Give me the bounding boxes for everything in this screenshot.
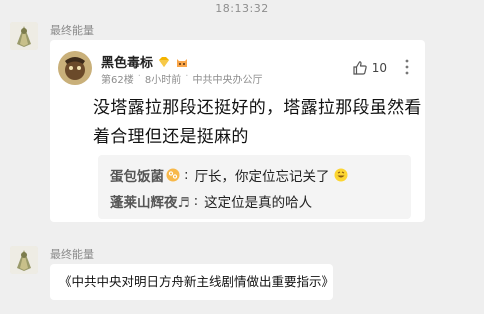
reply-text: 这定位是真的哈人: [204, 195, 313, 211]
reply-user[interactable]: 蛋包饭菌: [110, 165, 164, 185]
like-count: 10: [371, 61, 387, 75]
sender-name: 最终能量: [50, 24, 94, 37]
reply-text: 厅长，你定位忘记关了: [194, 169, 330, 185]
reply-user[interactable]: 蓬莱山辉夜♬: [110, 191, 190, 211]
comment-meta: 第62楼 · 8小时前 · 中共中央办公厅: [101, 71, 262, 86]
reply-list[interactable]: 蛋包饭菌 : 厅长，你定位忘记关了 蓬莱山辉夜♬ : 这定位是真的哈人: [98, 155, 411, 219]
grin-emoji-icon: [334, 168, 348, 182]
sender-avatar[interactable]: [10, 246, 38, 274]
shared-comment-card[interactable]: 黑色毒标 第62楼 · 8小时前 · 中共中央办公厅 10 没塔露拉那段还挺好的…: [50, 40, 425, 222]
reply-item[interactable]: 蓬莱山辉夜♬ : 这定位是真的哈人: [110, 191, 312, 211]
floor-number: 第62楼: [101, 75, 134, 86]
like-button[interactable]: 10: [352, 60, 387, 76]
author-avatar[interactable]: [58, 51, 92, 85]
author-name[interactable]: 黑色毒标: [101, 52, 153, 71]
reply-separator: :: [193, 193, 199, 209]
message-bubble[interactable]: 《中共中央对明日方舟新主线剧情做出重要指示》: [50, 264, 333, 300]
sender-name: 最终能量: [50, 248, 94, 261]
gem-badge-icon: [159, 56, 170, 67]
author-avatar-image: [58, 51, 92, 85]
ip-location: 中共中央办公厅: [192, 75, 263, 86]
reply-item[interactable]: 蛋包饭菌 : 厅长，你定位忘记关了: [110, 165, 348, 185]
chat-window: 18:13:32 最终能量 黑色毒标 第62楼 · 8小时前 · 中共中央办公厅…: [0, 0, 484, 314]
more-vertical-icon[interactable]: [405, 58, 409, 76]
message-timestamp: 18:13:32: [215, 2, 269, 15]
comment-text: 没塔露拉那段还挺好的，塔露拉那段虽然看着合理但还是挺麻的: [93, 98, 422, 147]
cat-badge-icon: [177, 58, 188, 67]
meta-separator: ·: [137, 71, 141, 82]
sender-avatar[interactable]: [10, 22, 38, 50]
author-row: 黑色毒标: [101, 52, 189, 71]
meta-separator: ·: [185, 71, 189, 82]
time-ago: 8小时前: [144, 75, 182, 86]
thumb-up-icon: [353, 61, 367, 75]
reply-separator: :: [184, 167, 189, 183]
avatar-image: [10, 246, 38, 274]
avatar-image: [10, 22, 38, 50]
cancer-zodiac-icon: [166, 168, 180, 182]
